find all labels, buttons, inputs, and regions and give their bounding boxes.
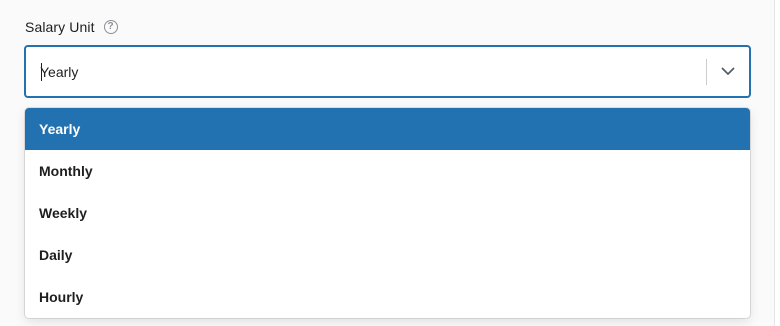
- option-monthly[interactable]: Monthly: [25, 150, 750, 192]
- salary-unit-label-row: Salary Unit ?: [25, 17, 118, 37]
- select-current-value[interactable]: Yearly: [40, 47, 78, 96]
- dropdown-menu: Yearly Monthly Weekly Daily Hourly: [25, 108, 750, 318]
- chevron-down-icon: [721, 67, 735, 75]
- salary-unit-select[interactable]: Yearly: [24, 45, 751, 98]
- option-daily[interactable]: Daily: [25, 234, 750, 276]
- salary-unit-panel: Salary Unit ? Yearly Yearly Monthly Week…: [0, 0, 775, 326]
- option-yearly[interactable]: Yearly: [25, 108, 750, 150]
- question-circle-icon[interactable]: ?: [103, 20, 118, 34]
- option-hourly[interactable]: Hourly: [25, 276, 750, 318]
- salary-unit-label: Salary Unit: [25, 19, 95, 35]
- dropdown-toggle-button[interactable]: [707, 47, 749, 96]
- option-weekly[interactable]: Weekly: [25, 192, 750, 234]
